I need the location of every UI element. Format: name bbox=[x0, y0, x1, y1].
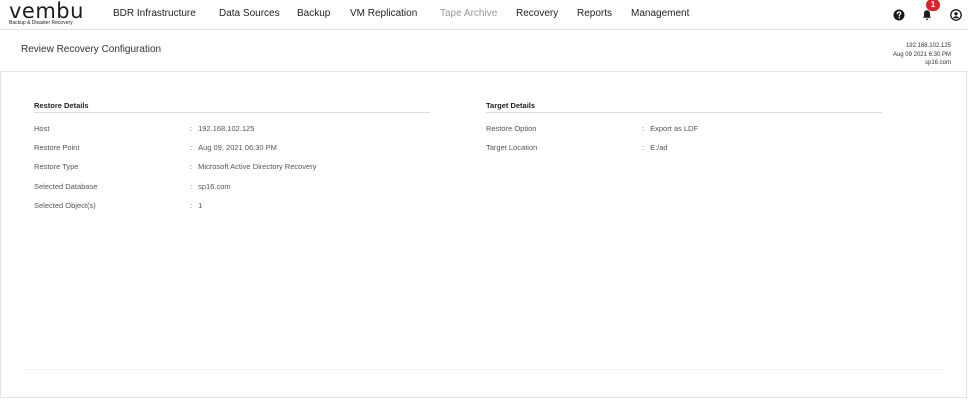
target-details-divider bbox=[486, 112, 882, 113]
server-ip: 192.168.102.125 bbox=[905, 43, 951, 49]
content-divider bbox=[24, 369, 944, 370]
server-time: Aug 09 2021 6:30 PM bbox=[892, 51, 951, 58]
vembu-logo[interactable]: vembu Backup & Disaster Recovery bbox=[9, 0, 83, 28]
nav-bdr-infrastructure[interactable]: BDR Infrastructure bbox=[113, 8, 196, 19]
target-location-label: Target Location bbox=[486, 143, 538, 152]
review-content bbox=[0, 72, 968, 400]
target-location-value: : E:/ad bbox=[642, 143, 668, 152]
notification-count-badge[interactable]: 1 bbox=[926, 0, 940, 11]
user-icon[interactable] bbox=[950, 9, 962, 21]
restore-point-value: : Aug 09, 2021 06:30 PM bbox=[190, 143, 277, 152]
server-info: 192.168.102.125 Aug 09 2021 6:30 PM sp16… bbox=[893, 42, 951, 68]
nav-management[interactable]: Management bbox=[631, 8, 689, 19]
page-title: Review Recovery Configuration bbox=[21, 44, 162, 55]
restore-host-label: Host bbox=[34, 124, 50, 133]
restore-type-label: Restore Type bbox=[34, 162, 79, 171]
content-border-right bbox=[966, 72, 967, 398]
content-border-left bbox=[0, 72, 1, 398]
nav-tape-archive[interactable]: Tape Archive bbox=[440, 8, 497, 19]
content-border-bottom bbox=[0, 397, 968, 398]
selected-database-label: Selected Database bbox=[34, 182, 98, 191]
restore-option-value: : Export as LDF bbox=[642, 124, 699, 133]
page-header: Review Recovery Configuration 192.168.10… bbox=[0, 30, 968, 72]
restore-host-value: :192.168.102.125 bbox=[190, 124, 255, 133]
selected-database-value: : sp16.com bbox=[190, 182, 231, 191]
nav-vm-replication[interactable]: VM Replication bbox=[350, 8, 417, 19]
help-icon[interactable] bbox=[893, 9, 905, 21]
restore-option-label: Restore Option bbox=[486, 124, 537, 133]
nav-reports[interactable]: Reports bbox=[577, 8, 612, 19]
restore-point-label: Restore Point bbox=[34, 143, 80, 152]
nav-data-sources[interactable]: Data Sources bbox=[219, 8, 280, 19]
selected-objects-label: Selected Object(s) bbox=[34, 201, 96, 210]
restore-type-value: : Microsoft Active Directory Recovery bbox=[190, 162, 317, 171]
logo-tagline: Backup & Disaster Recovery bbox=[9, 20, 73, 26]
selected-objects-value: :1 bbox=[190, 201, 203, 210]
nav-backup[interactable]: Backup bbox=[297, 8, 330, 19]
restore-details-title: Restore Details bbox=[34, 101, 89, 110]
server-name: sp16.com bbox=[924, 60, 951, 66]
restore-details-divider bbox=[34, 112, 430, 113]
target-details-title: Target Details bbox=[486, 101, 536, 110]
top-navigation-bar: vembu Backup & Disaster Recovery BDR Inf… bbox=[0, 0, 968, 30]
nav-recovery[interactable]: Recovery bbox=[516, 8, 558, 19]
